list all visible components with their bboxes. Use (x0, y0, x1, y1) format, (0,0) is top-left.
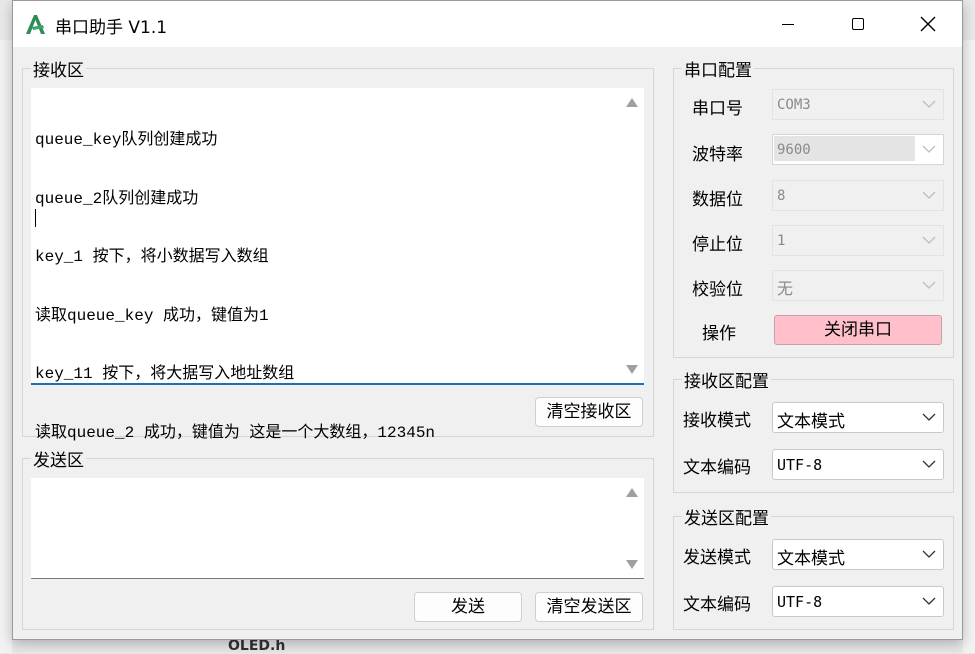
title-bar: 串口助手 V1.1 (13, 1, 962, 47)
receive-group-title: 接收区 (31, 56, 86, 81)
send-mode-label: 发送模式 (683, 548, 751, 568)
chevron-down-icon (922, 145, 936, 153)
receive-encoding-select[interactable]: UTF-8 (772, 449, 944, 480)
receive-encoding-label: 文本编码 (683, 458, 751, 478)
parity-select[interactable]: 无 (772, 270, 944, 301)
port-value: COM3 (777, 97, 811, 113)
chevron-down-icon (922, 236, 936, 244)
maximize-button[interactable] (823, 1, 893, 47)
receive-config-title: 接收区配置 (682, 367, 771, 392)
background-file-label: OLED.h (228, 638, 286, 654)
parity-value: 无 (777, 279, 794, 298)
stopbits-select[interactable]: 1 (772, 225, 944, 256)
close-icon (920, 16, 936, 32)
chevron-down-icon (922, 413, 936, 421)
chevron-down-icon (922, 100, 936, 108)
close-button[interactable] (893, 1, 963, 47)
baud-select[interactable]: 9600 (772, 134, 944, 165)
receive-mode-value: 文本模式 (777, 412, 845, 432)
receive-text-content: queue_key队列创建成功 queue_2队列创建成功 key_1 按下，将… (35, 92, 435, 482)
send-button[interactable]: 发送 (414, 592, 522, 622)
clear-receive-button[interactable]: 清空接收区 (535, 397, 643, 427)
receive-mode-label: 接收模式 (683, 411, 751, 431)
background-window-left (0, 40, 12, 653)
maximize-icon (852, 18, 864, 30)
send-text-area[interactable] (31, 478, 644, 579)
chevron-down-icon (922, 191, 936, 199)
close-port-button[interactable]: 关闭串口 (774, 315, 942, 345)
databits-label: 数据位 (692, 190, 743, 210)
receive-text-area[interactable]: queue_key队列创建成功 queue_2队列创建成功 key_1 按下，将… (31, 88, 644, 442)
send-encoding-label: 文本编码 (683, 595, 751, 615)
port-label: 串口号 (692, 99, 743, 119)
receive-line: key_1 按下，将小数据写入数组 (35, 248, 269, 266)
send-mode-select[interactable]: 文本模式 (772, 539, 944, 570)
action-label: 操作 (702, 324, 736, 344)
chevron-down-icon (922, 550, 936, 558)
parity-label: 校验位 (692, 280, 743, 300)
port-config-title: 串口配置 (682, 56, 754, 81)
minimize-icon (782, 24, 794, 25)
databits-value: 8 (777, 188, 786, 204)
port-select[interactable]: COM3 (772, 89, 944, 120)
receive-line: 读取queue_2 成功，键值为 这是一个大数组，12345n (35, 423, 436, 442)
scroll-up-arrow-icon[interactable] (626, 488, 638, 497)
send-config-title: 发送区配置 (682, 504, 771, 529)
receive-encoding-value: UTF-8 (777, 456, 823, 474)
receive-line: queue_2队列创建成功 (35, 189, 199, 208)
serial-assistant-window: 串口助手 V1.1 接收区 queue_key队列创建成功 queue_2队列创… (12, 0, 963, 640)
scroll-down-arrow-icon[interactable] (626, 365, 638, 374)
app-logo-icon (26, 15, 45, 34)
baud-value: 9600 (777, 142, 811, 158)
databits-select[interactable]: 8 (772, 180, 944, 211)
send-encoding-select[interactable]: UTF-8 (772, 586, 944, 617)
stopbits-label: 停止位 (692, 235, 743, 255)
send-group-title: 发送区 (31, 446, 86, 471)
minimize-button[interactable] (753, 1, 823, 47)
scroll-up-arrow-icon[interactable] (626, 98, 638, 107)
chevron-down-icon (922, 460, 936, 468)
send-mode-value: 文本模式 (777, 549, 845, 569)
window-title: 串口助手 V1.1 (55, 18, 168, 38)
text-caret (35, 209, 36, 227)
receive-mode-select[interactable]: 文本模式 (772, 402, 944, 433)
chevron-down-icon (922, 281, 936, 289)
receive-line: queue_key队列创建成功 (35, 131, 218, 149)
baud-label: 波特率 (692, 145, 743, 165)
stopbits-value: 1 (777, 233, 786, 249)
send-encoding-value: UTF-8 (777, 593, 823, 611)
scroll-down-arrow-icon[interactable] (626, 560, 638, 569)
receive-line: key_11 按下，将大据写入地址数组 (35, 365, 295, 383)
receive-line: 读取queue_key 成功，键值为1 (35, 306, 269, 325)
clear-send-button[interactable]: 清空发送区 (535, 592, 643, 622)
background-window-right (963, 40, 975, 653)
chevron-down-icon (922, 597, 936, 605)
